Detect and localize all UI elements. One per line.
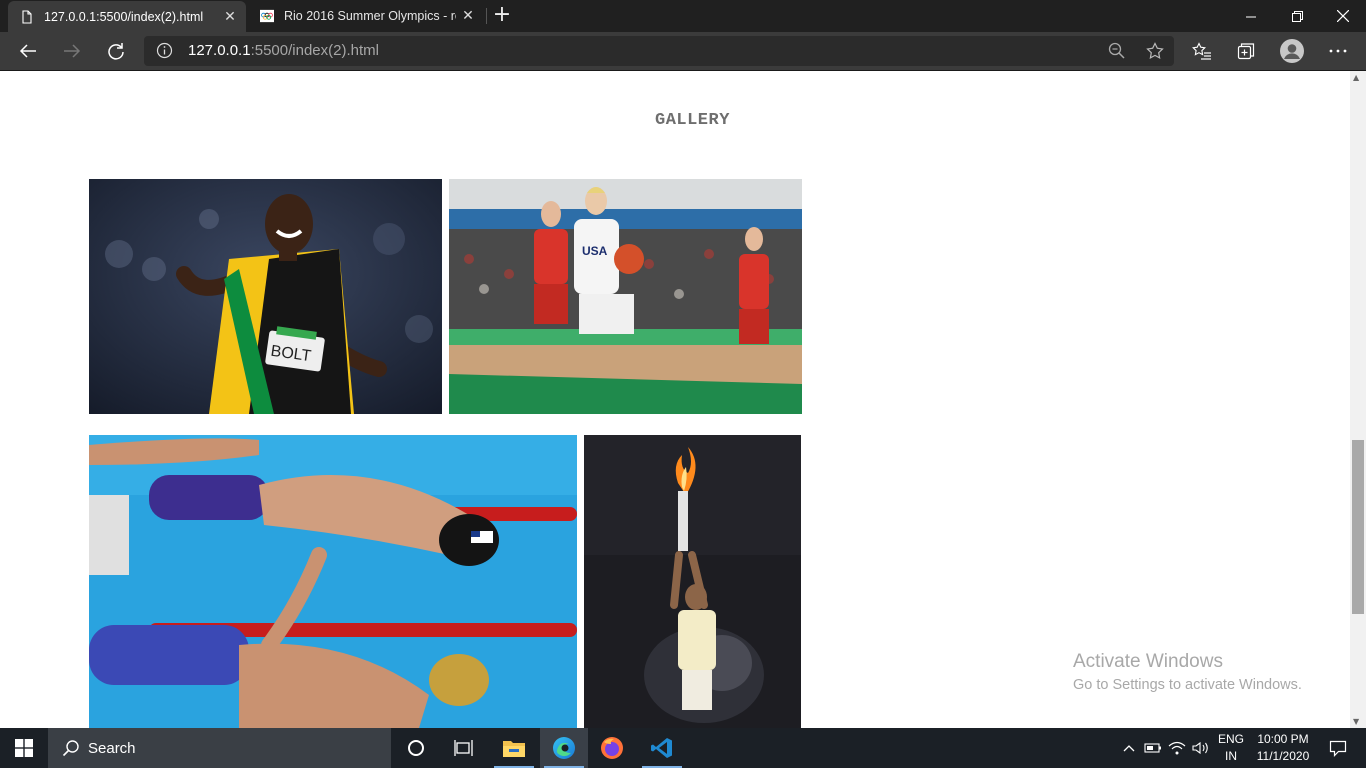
file-explorer-button[interactable] [490, 728, 538, 768]
url-text[interactable]: 127.0.0.1:5500/index(2).html [188, 42, 379, 59]
region-code: IN [1224, 749, 1237, 763]
collections-button[interactable] [1228, 34, 1264, 68]
vscode-button[interactable] [638, 728, 686, 768]
search-label: Search [88, 739, 136, 757]
scrollbar-thumb[interactable] [1352, 440, 1364, 614]
close-icon[interactable]: ✕ [456, 8, 480, 24]
collections-icon [1237, 43, 1255, 60]
edge-icon [553, 737, 575, 759]
firefox-button[interactable] [588, 728, 636, 768]
new-tab-button[interactable]: + [490, 4, 514, 28]
web-page: GALLERY BOLT USA Activate Windows Go to … [0, 71, 1350, 728]
vertical-scrollbar[interactable]: ▲ ▼ [1350, 71, 1366, 728]
olympic-rings-icon [260, 9, 274, 23]
windows-logo-icon [15, 739, 33, 757]
more-icon [1329, 49, 1347, 53]
refresh-button[interactable] [98, 34, 134, 68]
watermark-subtitle: Go to Settings to activate Windows. [1073, 677, 1302, 693]
close-icon[interactable]: ✕ [218, 9, 242, 25]
language-code: ENG [1217, 732, 1244, 746]
close-icon [1337, 10, 1349, 22]
minimize-button[interactable] [1228, 0, 1274, 32]
tab-olympics[interactable]: Rio 2016 Summer Olympics - res ✕ [248, 0, 484, 32]
gallery-image-sprinter: BOLT [89, 179, 442, 414]
battery-indicator[interactable] [1142, 728, 1164, 768]
refresh-icon [108, 43, 124, 60]
clock[interactable]: 10:00 PM 11/1/2020 [1252, 728, 1314, 768]
gallery-image-basketball: USA [449, 179, 802, 414]
firefox-icon [601, 737, 623, 759]
task-view-button[interactable] [440, 728, 488, 768]
clock-time: 10:00 PM [1257, 732, 1309, 746]
arrow-left-icon [19, 44, 36, 58]
browser-toolbar: 127.0.0.1:5500/index(2).html [0, 32, 1366, 71]
start-button[interactable] [0, 728, 48, 768]
restore-button[interactable] [1274, 0, 1320, 32]
zoom-icon[interactable] [1108, 42, 1126, 60]
vscode-icon [651, 738, 672, 758]
avatar [1280, 39, 1304, 63]
cortana-icon [408, 740, 424, 756]
wifi-indicator[interactable] [1166, 728, 1188, 768]
star-icon[interactable] [1146, 42, 1164, 60]
page-icon [22, 9, 32, 24]
notification-icon [1329, 740, 1347, 757]
tab-title: Rio 2016 Summer Olympics - res [284, 9, 456, 23]
restore-icon [1291, 10, 1303, 22]
speaker-icon [1192, 741, 1208, 755]
svg-text:USA: USA [582, 244, 608, 258]
browser-titlebar: 127.0.0.1:5500/index(2).html ✕ Rio 2016 … [0, 0, 1366, 32]
cortana-button[interactable] [392, 728, 440, 768]
favorites-button[interactable] [1184, 34, 1220, 68]
clock-date: 11/1/2020 [1256, 749, 1310, 763]
favorites-list-icon [1192, 42, 1211, 60]
windows-activation-watermark: Activate Windows Go to Settings to activ… [1073, 651, 1302, 693]
url-host: 127.0.0.1 [188, 42, 251, 59]
wifi-icon [1168, 741, 1186, 755]
profile-button[interactable] [1274, 34, 1310, 68]
scroll-down-icon[interactable]: ▼ [1353, 717, 1359, 726]
taskbar-search-box[interactable]: Search [48, 728, 391, 768]
tab-local-page[interactable]: 127.0.0.1:5500/index(2).html ✕ [8, 1, 246, 32]
settings-menu-button[interactable] [1320, 34, 1356, 68]
volume-indicator[interactable] [1190, 728, 1212, 768]
edge-button[interactable] [540, 728, 588, 768]
watermark-title: Activate Windows [1073, 651, 1223, 672]
forward-button[interactable] [54, 34, 90, 68]
minimize-icon [1245, 16, 1256, 17]
scroll-up-icon[interactable]: ▲ [1353, 73, 1359, 82]
info-icon[interactable] [156, 42, 173, 59]
search-icon [62, 740, 79, 757]
battery-icon [1144, 743, 1161, 753]
page-title: GALLERY [655, 111, 730, 130]
back-button[interactable] [10, 34, 46, 68]
close-window-button[interactable] [1320, 0, 1366, 32]
gallery-image-swimmers [89, 435, 577, 728]
task-view-icon [454, 740, 473, 756]
tab-divider [486, 8, 487, 24]
url-path: :5500/index(2).html [250, 42, 379, 59]
tab-title: 127.0.0.1:5500/index(2).html [44, 9, 204, 24]
action-center-button[interactable] [1318, 728, 1358, 768]
arrow-right-icon [64, 44, 81, 58]
gallery-image-torchbearer [584, 435, 801, 728]
windows-taskbar: Search ENG IN 10:00 PM 11/1/2020 [0, 728, 1366, 768]
chevron-up-icon [1123, 745, 1135, 752]
language-indicator[interactable]: ENG IN [1214, 728, 1248, 768]
show-hidden-icons-button[interactable] [1118, 728, 1140, 768]
address-bar[interactable]: 127.0.0.1:5500/index(2).html [144, 36, 1174, 66]
folder-icon [503, 741, 525, 757]
